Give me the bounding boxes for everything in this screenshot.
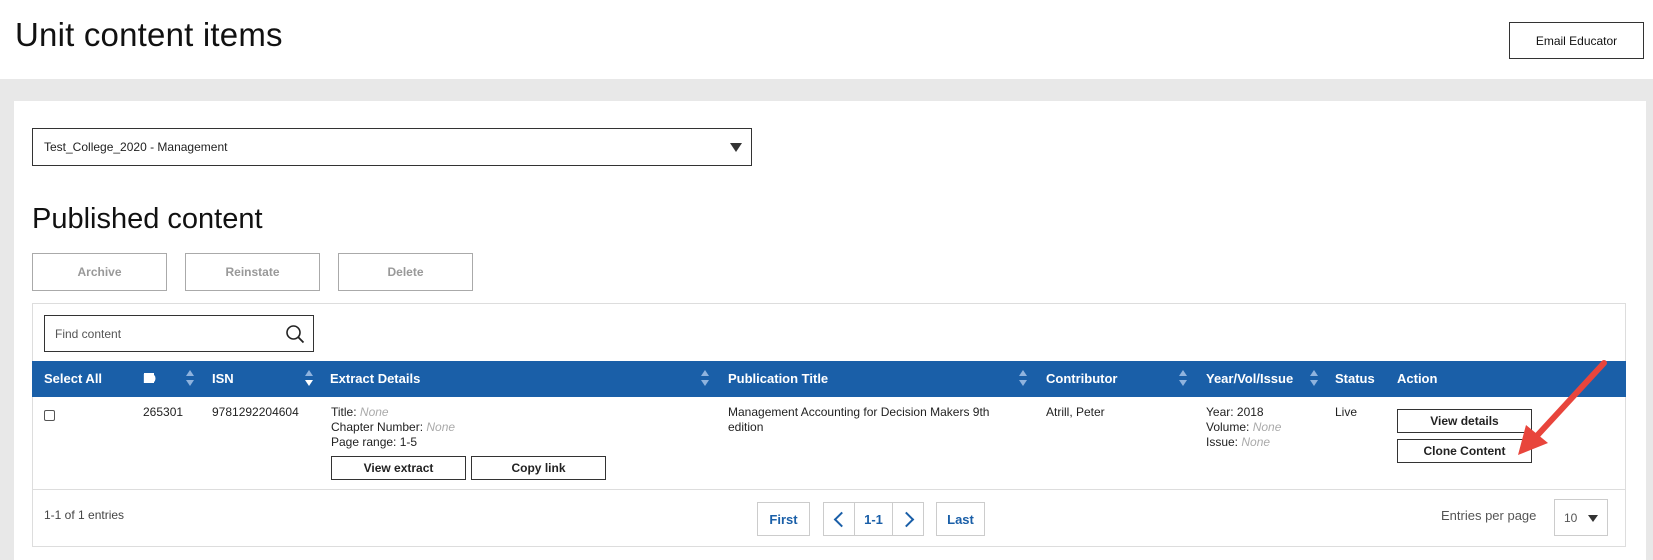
search-icon[interactable] [285, 324, 305, 344]
title-value: None [359, 405, 389, 419]
chevron-left-icon [833, 511, 849, 527]
sort-publication-icon[interactable] [1019, 370, 1028, 388]
section-title: Published content [32, 203, 263, 235]
extract-details: Title: None Chapter Number: None Page ra… [331, 405, 455, 450]
sort-id-icon[interactable] [186, 370, 195, 388]
title-label: Title: [331, 405, 357, 419]
copy-link-button[interactable]: Copy link [471, 456, 606, 480]
column-contributor[interactable]: Contributor [1046, 361, 1117, 397]
column-status: Status [1335, 371, 1375, 386]
row-checkbox[interactable] [44, 410, 55, 421]
publication-title: Management Accounting for Decision Maker… [728, 405, 1013, 435]
column-publication-title[interactable]: Publication Title [728, 361, 828, 397]
page-range: Page range: 1-5 [331, 435, 418, 449]
row-contributor: Atrill, Peter [1046, 405, 1105, 419]
row-isn: 9781292204604 [212, 405, 299, 419]
entries-per-page-label: Entries per page [1441, 508, 1537, 523]
next-page-button[interactable] [892, 502, 924, 536]
caret-down-icon [1588, 515, 1598, 522]
volume-label: Volume: [1206, 420, 1250, 434]
issue-label: Issue: [1206, 435, 1239, 449]
chevron-right-icon [898, 511, 914, 527]
caret-down-icon [730, 143, 742, 152]
search-placeholder: Find content [55, 326, 122, 341]
email-educator-button[interactable]: Email Educator [1509, 22, 1644, 59]
row-divider [32, 489, 1626, 490]
view-extract-button[interactable]: View extract [331, 456, 466, 480]
column-id[interactable]: ID [143, 361, 156, 397]
sort-extract-icon[interactable] [701, 370, 710, 388]
annotation-arrow-icon [1518, 360, 1607, 455]
unit-select-value: Test_College_2020 - Management [44, 140, 228, 154]
publication-title-line-1: Management Accounting for Decision Maker… [728, 405, 990, 419]
entries-per-page-select[interactable]: 10 [1554, 499, 1608, 536]
column-year-vol-issue[interactable]: Year/Vol/Issue [1206, 361, 1293, 397]
year-vol-issue: Year: 2018 Volume: None Issue: None [1206, 405, 1281, 450]
sort-year-icon[interactable] [1310, 370, 1319, 388]
prev-page-button[interactable] [823, 502, 855, 536]
archive-button[interactable]: Archive [32, 253, 167, 291]
column-isn[interactable]: ISN [212, 361, 234, 397]
volume-value: None [1252, 420, 1282, 434]
entries-per-page-value: 10 [1564, 510, 1578, 525]
table-header: Select All ID ISN Extract Details Public… [32, 361, 1626, 397]
row-status: Live [1335, 405, 1358, 419]
unit-select[interactable]: Test_College_2020 - Management [32, 128, 752, 166]
chapter-label: Chapter Number: [331, 420, 424, 434]
delete-button[interactable]: Delete [338, 253, 473, 291]
year: Year: 2018 [1206, 405, 1264, 419]
issue-value: None [1241, 435, 1271, 449]
first-page-button[interactable]: First [757, 502, 810, 536]
chapter-value: None [426, 420, 456, 434]
column-action: Action [1397, 371, 1438, 386]
last-page-button[interactable]: Last [936, 502, 985, 536]
column-extract-details[interactable]: Extract Details [330, 361, 420, 397]
column-select-all: Select All [44, 371, 103, 386]
search-input[interactable]: Find content [44, 315, 314, 352]
entries-summary: 1-1 of 1 entries [44, 508, 125, 522]
reinstate-button[interactable]: Reinstate [185, 253, 320, 291]
row-id: 265301 [143, 405, 184, 419]
page-title: Unit content items [15, 16, 283, 53]
current-page-button[interactable]: 1-1 [854, 502, 893, 536]
top-bar: Unit content items Email Educator [0, 0, 1653, 79]
sort-isn-icon[interactable] [305, 370, 314, 388]
sort-contributor-icon[interactable] [1179, 370, 1188, 388]
publication-title-line-2: edition [728, 420, 764, 434]
